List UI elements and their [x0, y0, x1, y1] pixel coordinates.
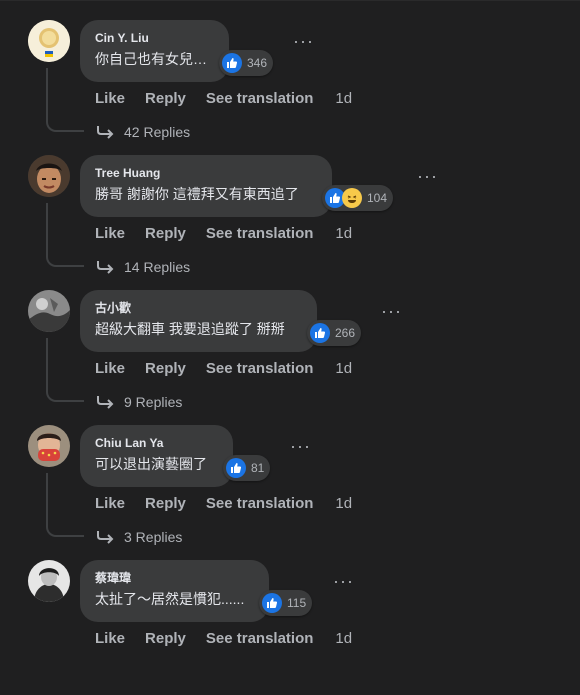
comment-author[interactable]: Tree Huang: [95, 165, 318, 181]
reaction-count: 115: [287, 596, 307, 610]
comment-text: 勝哥 謝謝你 這禮拜又有東西追了: [95, 186, 299, 202]
comment-actions: Like Reply See translation 1d: [95, 90, 372, 107]
reaction-count: 81: [251, 461, 265, 475]
comment-bubble: 蔡瑋瑋 太扯了～居然是慣犯......: [80, 560, 269, 622]
reaction-count: 104: [367, 191, 388, 205]
reactions-badge[interactable]: 266: [307, 320, 362, 346]
reply-button[interactable]: Reply: [145, 90, 186, 107]
more-options-icon[interactable]: ···: [417, 167, 438, 185]
comment-text: 可以退出演藝圈了: [95, 456, 207, 472]
view-replies-link[interactable]: 42 Replies: [96, 124, 190, 140]
more-options-icon[interactable]: ···: [293, 32, 314, 50]
avatar[interactable]: [28, 290, 70, 332]
reply-arrow-icon: [97, 396, 114, 409]
comment-bubble: Chiu Lan Ya 可以退出演藝圈了: [80, 425, 233, 487]
reactions-badge[interactable]: 346: [219, 50, 274, 76]
more-options-icon[interactable]: ···: [290, 437, 311, 455]
like-button[interactable]: Like: [95, 630, 125, 647]
like-button[interactable]: Like: [95, 360, 125, 377]
reaction-count: 266: [335, 326, 356, 340]
view-replies-link[interactable]: 3 Replies: [96, 529, 182, 545]
see-translation-link[interactable]: See translation: [206, 360, 314, 377]
timestamp[interactable]: 1d: [335, 360, 352, 377]
avatar[interactable]: [28, 20, 70, 62]
more-options-icon[interactable]: ···: [381, 302, 402, 320]
reactions-badge[interactable]: 115: [259, 590, 313, 616]
reply-button[interactable]: Reply: [145, 630, 186, 647]
like-button[interactable]: Like: [95, 495, 125, 512]
timestamp[interactable]: 1d: [335, 90, 352, 107]
comment-bubble: 古小歡 超級大翻車 我要退追蹤了 掰掰: [80, 290, 317, 352]
comment: Cin Y. Liu 你自己也有女兒… 346 ··· Like Reply S…: [0, 20, 580, 155]
comment-text: 太扯了～居然是慣犯......: [95, 591, 245, 607]
reply-arrow-icon: [97, 531, 114, 544]
view-replies-link[interactable]: 14 Replies: [96, 259, 190, 275]
comment-actions: Like Reply See translation 1d: [95, 225, 372, 242]
comment-author[interactable]: Chiu Lan Ya: [95, 435, 219, 451]
comment-actions: Like Reply See translation 1d: [95, 495, 372, 512]
thread-line: [46, 473, 84, 537]
thread-line: [46, 338, 84, 402]
reactions-badge[interactable]: 104: [322, 185, 394, 211]
replies-count: 9 Replies: [124, 394, 183, 410]
reaction-count: 346: [247, 56, 268, 70]
like-icon: [310, 323, 330, 343]
avatar[interactable]: [28, 155, 70, 197]
comment-text: 你自己也有女兒…: [95, 51, 207, 67]
comment-author[interactable]: 蔡瑋瑋: [95, 570, 255, 586]
avatar[interactable]: [28, 425, 70, 467]
reply-button[interactable]: Reply: [145, 360, 186, 377]
comment: Tree Huang 勝哥 謝謝你 這禮拜又有東西追了 104 ··· Like…: [0, 155, 580, 290]
haha-icon: [342, 188, 362, 208]
timestamp[interactable]: 1d: [335, 630, 352, 647]
comment-bubble: Tree Huang 勝哥 謝謝你 這禮拜又有東西追了: [80, 155, 332, 217]
comment-bubble: Cin Y. Liu 你自己也有女兒…: [80, 20, 229, 82]
replies-count: 3 Replies: [124, 529, 183, 545]
timestamp[interactable]: 1d: [335, 495, 352, 512]
comment-text: 超級大翻車 我要退追蹤了 掰掰: [95, 321, 285, 337]
like-button[interactable]: Like: [95, 90, 125, 107]
see-translation-link[interactable]: See translation: [206, 495, 314, 512]
avatar[interactable]: [28, 560, 70, 602]
replies-count: 42 Replies: [124, 124, 191, 140]
like-icon: [226, 458, 246, 478]
reply-arrow-icon: [97, 126, 114, 139]
reply-button[interactable]: Reply: [145, 495, 186, 512]
see-translation-link[interactable]: See translation: [206, 225, 314, 242]
like-icon: [222, 53, 242, 73]
reply-arrow-icon: [97, 261, 114, 274]
comment: 古小歡 超級大翻車 我要退追蹤了 掰掰 266 ··· Like Reply S…: [0, 290, 580, 425]
more-options-icon[interactable]: ···: [333, 572, 354, 590]
see-translation-link[interactable]: See translation: [206, 90, 314, 107]
comment: 蔡瑋瑋 太扯了～居然是慣犯...... 115 ··· Like Reply S…: [0, 560, 580, 695]
view-replies-link[interactable]: 9 Replies: [96, 394, 182, 410]
timestamp[interactable]: 1d: [335, 225, 352, 242]
comment-actions: Like Reply See translation 1d: [95, 630, 372, 647]
divider: [0, 0, 580, 1]
like-button[interactable]: Like: [95, 225, 125, 242]
thread-line: [46, 68, 84, 132]
reply-button[interactable]: Reply: [145, 225, 186, 242]
comment: Chiu Lan Ya 可以退出演藝圈了 81 ··· Like Reply S…: [0, 425, 580, 560]
like-icon: [262, 593, 282, 613]
replies-count: 14 Replies: [124, 259, 191, 275]
comment-author[interactable]: 古小歡: [95, 300, 303, 316]
see-translation-link[interactable]: See translation: [206, 630, 314, 647]
comment-actions: Like Reply See translation 1d: [95, 360, 372, 377]
thread-line: [46, 203, 84, 267]
comment-author[interactable]: Cin Y. Liu: [95, 30, 215, 46]
reactions-badge[interactable]: 81: [223, 455, 271, 481]
